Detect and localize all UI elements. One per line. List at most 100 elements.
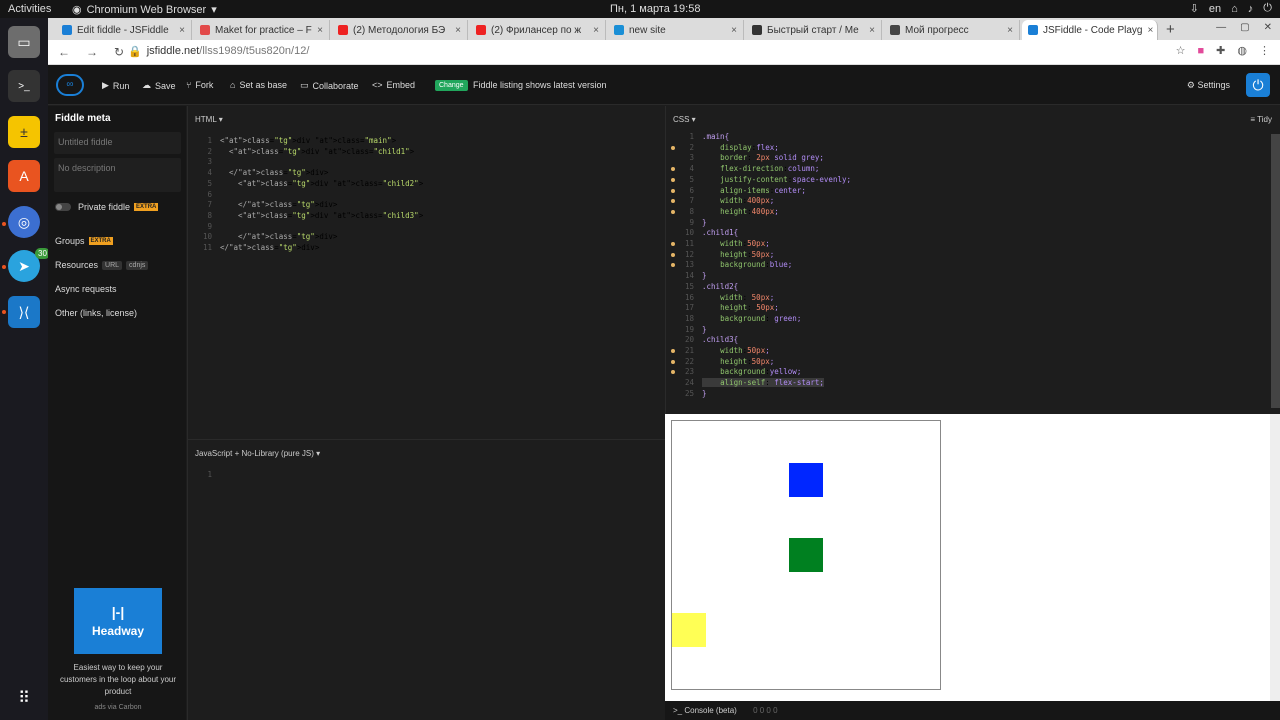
terminal-icon[interactable]: >_ [8, 70, 40, 102]
extension-icon[interactable]: ■ [1198, 45, 1205, 57]
tab-close-icon[interactable]: × [869, 25, 875, 36]
tab-4[interactable]: new site × [608, 20, 744, 40]
ad-credit[interactable]: ads via Carbon [56, 704, 180, 711]
lint-marker[interactable] [671, 263, 675, 268]
software-icon[interactable]: A [8, 160, 40, 192]
css-pane[interactable]: CSS ▾ ≡ Tidy 1 .main{ 2 display:flex; 3 b… [665, 106, 1280, 414]
favicon-icon [1028, 25, 1038, 35]
network-icon[interactable]: ⌂ [1231, 3, 1238, 15]
tab-close-icon[interactable]: × [1148, 25, 1154, 36]
ad-text[interactable]: Easiest way to keep your customers in th… [56, 662, 180, 698]
tab-close-icon[interactable]: × [593, 25, 599, 36]
headway-logo-icon: |-| [111, 604, 125, 620]
lint-marker[interactable] [671, 242, 675, 246]
window-controls: — ▢ ✕ [1216, 22, 1272, 33]
new-tab-button[interactable]: + [1166, 21, 1175, 38]
toggle-switch[interactable] [55, 203, 71, 211]
css-label[interactable]: CSS ▾ [673, 115, 696, 124]
forward-icon[interactable]: → [86, 45, 98, 59]
result-scrollbar[interactable] [1270, 414, 1280, 701]
system-tray[interactable]: ⇩ en ⌂ ♪ ⏻ [1190, 2, 1272, 15]
back-icon[interactable]: ← [58, 45, 70, 59]
lint-marker[interactable] [671, 167, 675, 172]
run-button[interactable]: ▶ Run [102, 80, 129, 91]
lint-marker[interactable] [671, 209, 675, 214]
close-icon[interactable]: ✕ [1264, 22, 1272, 33]
tab-close-icon[interactable]: × [317, 25, 323, 36]
app-menu[interactable]: ◉ Chromium Web Browser ▾ [72, 3, 217, 17]
tab-close-icon[interactable]: × [1007, 25, 1013, 36]
settings-button[interactable]: ⚙ Settings [1187, 80, 1230, 91]
profile-icon[interactable]: ◍ [1237, 44, 1247, 57]
lint-marker[interactable] [671, 199, 675, 204]
minimize-icon[interactable]: — [1216, 22, 1226, 33]
telegram-icon[interactable]: ➤ 30 [8, 248, 50, 282]
lint-marker[interactable] [671, 145, 675, 150]
maximize-icon[interactable]: ▢ [1240, 22, 1249, 33]
lint-marker[interactable] [671, 359, 675, 364]
jsfiddle-toolbar: ∞ ▶ Run ☁ Save ⑂ Fork ⌂ Set as base ▭ Collabo… [48, 65, 1280, 105]
lint-marker[interactable] [671, 252, 675, 257]
tab-label: Edit fiddle - JSFiddle [77, 24, 169, 36]
lint-marker[interactable] [671, 349, 675, 353]
tidy-button[interactable]: ≡ Tidy [1250, 115, 1272, 124]
url-field[interactable]: 🔒 jsfiddle.net/llss1989/t5us820n/12/ [128, 45, 309, 58]
chromium-dock-icon[interactable]: ◎ [8, 206, 40, 238]
puzzle-icon[interactable]: ✚ [1216, 44, 1225, 57]
console-counts: 0 0 0 0 [753, 706, 778, 715]
tab-close-icon[interactable]: × [179, 25, 185, 36]
tab-5[interactable]: Быстрый старт / Ме × [746, 20, 882, 40]
fiddle-name-input[interactable]: Untitled fiddle [54, 132, 181, 154]
power-icon[interactable]: ⏻ [1263, 2, 1272, 15]
fiddle-description-input[interactable]: No description [54, 158, 181, 192]
fork-button[interactable]: ⑂ Fork [186, 80, 213, 90]
tab-7[interactable]: JSFiddle - Code Playg × [1022, 20, 1158, 40]
calculator-icon[interactable]: ± [8, 116, 40, 148]
console-bar[interactable]: >_ Console (beta) 0 0 0 0 [665, 701, 1280, 720]
login-button[interactable]: ⏻ [1246, 73, 1270, 97]
async-requests-item[interactable]: Async requests [55, 284, 117, 294]
html-editor[interactable]: 1 <"at">class="tg">div "at">class="main">… [196, 136, 423, 254]
js-pane[interactable]: JavaScript + No-Library (pure JS) ▾ 1 [187, 439, 665, 720]
tab-6[interactable]: Мой прогресс × [884, 20, 1020, 40]
html-label[interactable]: HTML ▾ [195, 115, 223, 124]
tab-1[interactable]: Maket for practice – F × [194, 20, 330, 40]
groups-item[interactable]: Groups EXTRA [55, 236, 113, 246]
tab-close-icon[interactable]: × [455, 25, 461, 36]
menu-icon[interactable]: ⋮ [1259, 44, 1270, 57]
css-editor[interactable]: 1 .main{ 2 display:flex; 3 border: 2px so… [678, 132, 851, 400]
lint-marker[interactable] [671, 188, 675, 193]
tab-3[interactable]: (2) Фрилансер по ж × [470, 20, 606, 40]
jsfiddle-logo-icon[interactable]: ∞ [56, 74, 84, 96]
headway-ad[interactable]: |-| Headway [74, 588, 162, 654]
change-button[interactable]: Change [435, 80, 468, 91]
apps-grid-icon[interactable]: ⠿ [8, 682, 40, 714]
html-pane[interactable]: HTML ▾ 1 <"at">class="tg">div "at">class=… [187, 106, 665, 439]
tab-2[interactable]: (2) Методология БЭ × [332, 20, 468, 40]
collaborate-button[interactable]: ▭ Collaborate [300, 80, 359, 91]
save-button[interactable]: ☁ Save [142, 80, 176, 91]
files-icon[interactable]: ▭ [8, 26, 40, 58]
embed-button[interactable]: <> Embed [372, 80, 415, 90]
js-editor[interactable]: 1 [196, 470, 220, 481]
set-base-button[interactable]: ⌂ Set as base [230, 80, 287, 90]
lang-indicator[interactable]: en [1209, 3, 1221, 15]
reload-icon[interactable]: ↻ [114, 45, 124, 59]
js-label[interactable]: JavaScript + No-Library (pure JS) ▾ [195, 449, 320, 458]
css-scrollbar[interactable] [1271, 134, 1280, 408]
download-icon[interactable]: ⇩ [1190, 2, 1199, 15]
star-icon[interactable]: ☆ [1176, 44, 1186, 57]
clock[interactable]: Пн, 1 марта 19:58 [610, 3, 700, 15]
favicon-icon [752, 25, 762, 35]
private-toggle[interactable]: Private fiddle EXTRA [55, 202, 159, 212]
sidebar: Fiddle meta Untitled fiddle No descripti… [48, 106, 186, 720]
activities-button[interactable]: Activities [8, 3, 51, 15]
tab-close-icon[interactable]: × [731, 25, 737, 36]
lint-marker[interactable] [671, 177, 675, 182]
other-item[interactable]: Other (links, license) [55, 308, 137, 318]
tab-0[interactable]: Edit fiddle - JSFiddle × [56, 20, 192, 40]
volume-icon[interactable]: ♪ [1248, 3, 1254, 15]
resources-item[interactable]: Resources URL cdnjs [55, 260, 149, 270]
vscode-icon[interactable]: ⟩⟨ [8, 296, 40, 328]
lint-marker[interactable] [671, 370, 675, 375]
